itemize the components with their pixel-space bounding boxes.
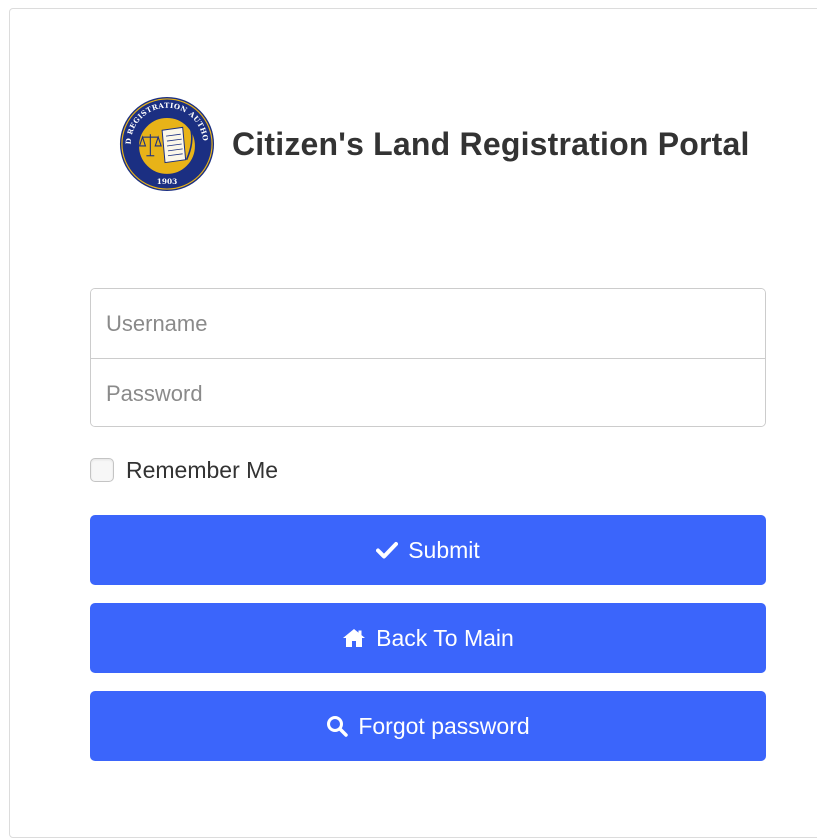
username-input[interactable] [91, 289, 765, 358]
search-icon [326, 715, 349, 737]
back-to-main-button-label: Back To Main [376, 624, 514, 651]
remember-me-label[interactable]: Remember Me [126, 457, 278, 484]
login-panel: LAND REGISTRATION AUTHORITY 1903 [9, 8, 817, 838]
submit-button[interactable]: Submit [90, 515, 766, 585]
remember-me-row[interactable]: Remember Me [90, 456, 278, 484]
remember-me-checkbox[interactable] [90, 458, 114, 482]
land-registration-authority-seal-logo: LAND REGISTRATION AUTHORITY 1903 [118, 95, 215, 192]
back-to-main-button[interactable]: Back To Main [90, 603, 766, 673]
login-field-group [90, 288, 766, 427]
brand-header: LAND REGISTRATION AUTHORITY 1903 [118, 95, 750, 193]
check-icon [376, 541, 399, 559]
forgot-password-button-label: Forgot password [358, 712, 530, 739]
password-input[interactable] [91, 359, 765, 426]
forgot-password-button[interactable]: Forgot password [90, 691, 766, 761]
seal-year: 1903 [157, 177, 177, 186]
home-icon [342, 628, 366, 648]
submit-button-label: Submit [408, 536, 480, 563]
page-title: Citizen's Land Registration Portal [232, 125, 750, 162]
